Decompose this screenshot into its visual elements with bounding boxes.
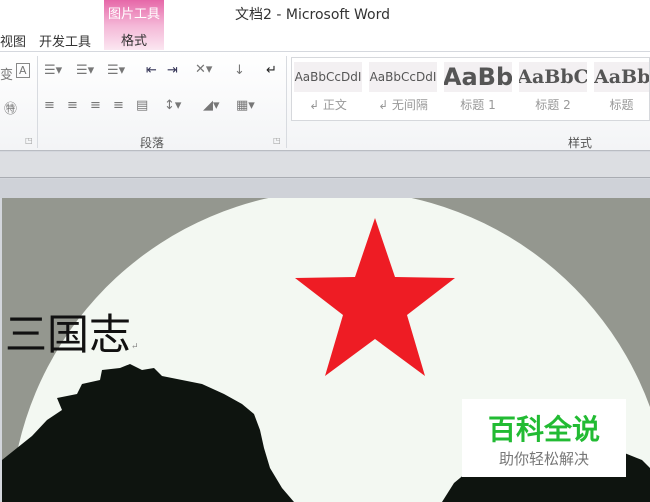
ribbon: 变 A ㊕ ◳ ☰▾ ☰▾ ☰▾ ⇤ ⇥ ✕▾ ↓ ↵ ≡ ≡ ≡ ≡ ▤ ↕▾… xyxy=(0,51,650,151)
tab-format[interactable]: 格式 xyxy=(104,30,164,49)
align-right-icon[interactable]: ≡ xyxy=(90,98,101,113)
tab-view[interactable]: 视图 xyxy=(0,31,26,50)
toolbar-strip xyxy=(0,152,650,178)
style-heading-2[interactable]: AaBbC 标题 2 xyxy=(519,62,587,116)
chinese-layout-icon[interactable]: ✕▾ xyxy=(195,62,212,77)
watermark-logo: 百科全说 助你轻松解决 xyxy=(462,399,626,477)
picture-tools-context-tab[interactable]: 图片工具 格式 xyxy=(104,0,164,50)
tab-developer[interactable]: 开发工具 xyxy=(39,31,91,50)
styles-group-label: 样式 xyxy=(568,136,593,150)
align-center-icon[interactable]: ≡ xyxy=(67,98,78,113)
ruler-area xyxy=(0,179,650,198)
enclose-characters-icon[interactable]: ㊕ xyxy=(4,98,17,117)
styles-gallery: AaBbCcDdI ↲ 正文 AaBbCcDdI ↲ 无间隔 AaBb 标题 1 Aa… xyxy=(291,57,650,121)
show-marks-icon[interactable]: ↵ xyxy=(266,63,277,78)
line-spacing-icon[interactable]: ↕▾ xyxy=(164,98,181,113)
increase-indent-icon[interactable]: ⇥ xyxy=(167,63,178,78)
style-title[interactable]: AaBb 标题 xyxy=(594,62,649,116)
font-dialog-launcher[interactable]: ◳ xyxy=(25,136,33,145)
phonetic-guide-icon[interactable]: 变 xyxy=(0,64,13,83)
window-title: 文档2 - Microsoft Word xyxy=(235,7,391,23)
ribbon-tabs: 视图 开发工具 xyxy=(0,26,650,51)
shading-icon[interactable]: ◢▾ xyxy=(203,98,220,113)
sort-icon[interactable]: ↓ xyxy=(234,63,245,78)
align-left-icon[interactable]: ≡ xyxy=(44,98,55,113)
multilevel-list-icon[interactable]: ☰▾ xyxy=(107,63,125,78)
style-normal[interactable]: AaBbCcDdI ↲ 正文 xyxy=(294,62,362,116)
picture-tools-label: 图片工具 xyxy=(107,7,160,22)
justify-icon[interactable]: ≡ xyxy=(113,98,124,113)
paragraph-group-label: 段落 xyxy=(140,136,165,150)
style-heading-1[interactable]: AaBb 标题 1 xyxy=(444,62,512,116)
paragraph-mark: ↵ xyxy=(131,342,139,352)
style-no-spacing[interactable]: AaBbCcDdI ↲ 无间隔 xyxy=(369,62,437,116)
watermark-sub: 助你轻松解决 xyxy=(498,450,589,468)
document-text[interactable]: 三国志↵ xyxy=(5,310,139,372)
character-border-icon[interactable]: A xyxy=(16,63,30,78)
decrease-indent-icon[interactable]: ⇤ xyxy=(146,63,157,78)
distributed-icon[interactable]: ▤ xyxy=(136,98,148,113)
borders-icon[interactable]: ▦▾ xyxy=(236,98,255,113)
bullets-icon[interactable]: ☰▾ xyxy=(44,63,62,78)
title-bar: 文档2 - Microsoft Word xyxy=(0,0,650,26)
numbering-icon[interactable]: ☰▾ xyxy=(76,63,94,78)
paragraph-dialog-launcher[interactable]: ◳ xyxy=(273,136,281,145)
watermark-main: 百科全说 xyxy=(487,413,600,446)
